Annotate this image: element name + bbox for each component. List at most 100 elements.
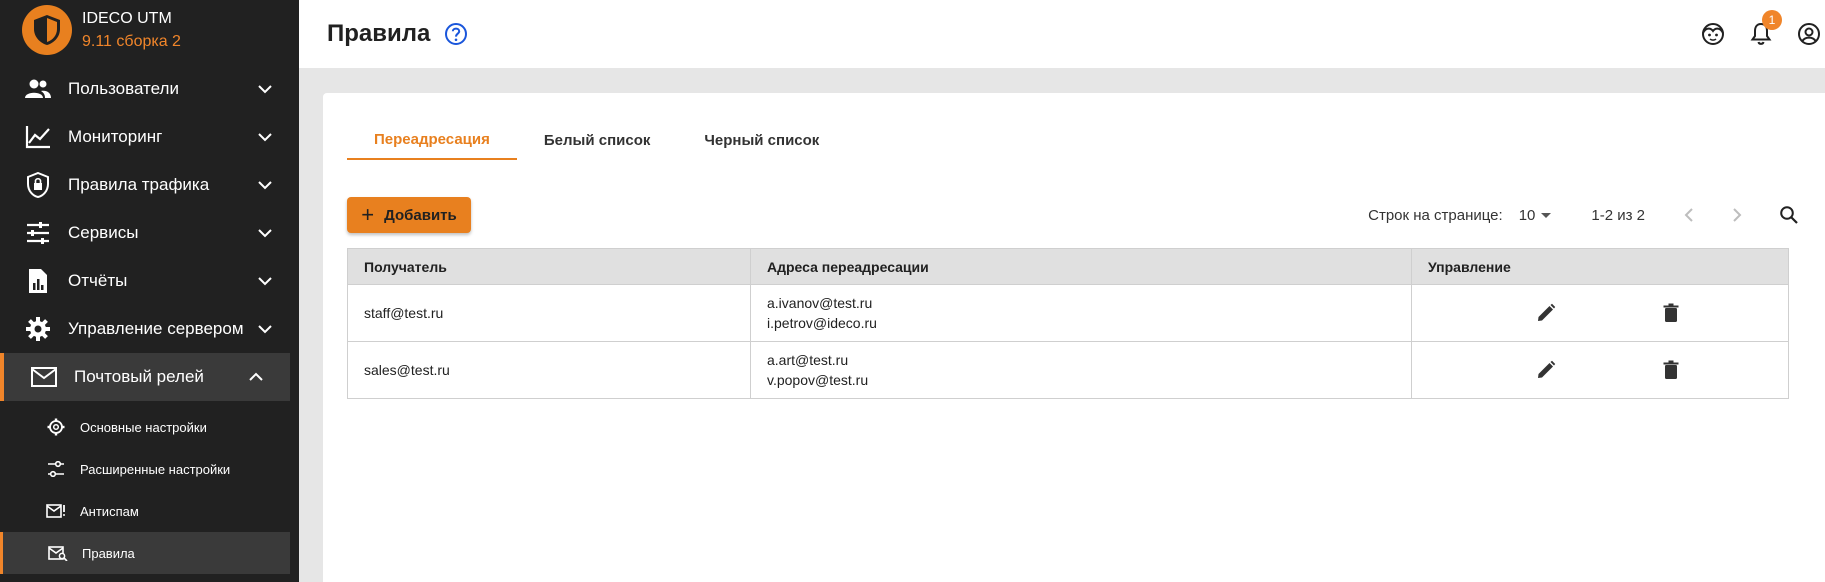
support-icon[interactable] (1699, 20, 1727, 48)
forward-address: i.petrov@ideco.ru (767, 315, 877, 331)
chevron-up-icon (246, 367, 266, 387)
chevron-down-icon (255, 175, 275, 195)
chevron-down-icon (255, 127, 275, 147)
chevron-left-icon (1684, 208, 1693, 222)
rows-per-page-label: Строк на странице: (1368, 206, 1503, 224)
report-icon (24, 267, 52, 295)
mail-search-icon (48, 543, 68, 563)
gear-icon (24, 315, 52, 343)
tab-forwarding[interactable]: Переадресация (347, 120, 517, 160)
table-header-row: Получатель Адреса переадресации Управлен… (347, 248, 1789, 285)
chevron-down-icon (255, 319, 275, 339)
sidebar-item-reports[interactable]: Отчёты (0, 257, 299, 305)
sidebar-item-label: Пользователи (68, 79, 179, 98)
mail-alert-icon (46, 501, 66, 521)
forward-address: v.popov@test.ru (767, 372, 869, 388)
sidebar-item-label: Мониторинг (68, 127, 163, 146)
gear-icon (46, 417, 66, 437)
sidebar-item-mail-relay[interactable]: Почтовый релей (0, 353, 290, 401)
actions-cell (1411, 284, 1789, 342)
pagination: Строк на странице: 10 1-2 из 2 (1368, 197, 1801, 233)
sidebar-item-label: Почтовый релей (74, 367, 204, 386)
account-icon[interactable] (1795, 20, 1823, 48)
search-icon (1780, 206, 1798, 224)
rows-per-page-value: 10 (1518, 206, 1536, 224)
sidebar-subitem-antispam[interactable]: Антиспам (0, 490, 299, 532)
table-row[interactable]: sales@test.ru a.art@test.ru v.popov@test… (347, 341, 1789, 399)
add-button[interactable]: + Добавить (347, 197, 471, 233)
chevron-down-icon (255, 79, 275, 99)
sidebar: IDECO UTM 9.11 сборка 2 Пользователи Мон… (0, 0, 299, 582)
chevron-right-icon (1733, 208, 1742, 222)
tab-whitelist[interactable]: Белый список (517, 120, 678, 160)
sidebar-item-label: Управление сервером (68, 319, 244, 338)
tune-icon (46, 459, 66, 479)
users-icon (24, 75, 52, 103)
sidebar-item-monitoring[interactable]: Мониторинг (0, 113, 299, 161)
column-header-actions: Управление (1411, 248, 1789, 285)
recipient-cell: sales@test.ru (347, 341, 751, 399)
header-actions: 1 (1679, 0, 1825, 68)
shield-logo-icon (34, 15, 60, 45)
header: Правила 1 (299, 0, 1825, 68)
sidebar-item-traffic-rules[interactable]: Правила трафика (0, 161, 299, 209)
caret-down-icon (1541, 212, 1552, 218)
chart-line-icon (24, 123, 52, 151)
trash-icon (1663, 360, 1679, 379)
content-card: Переадресация Белый список Черный список… (323, 93, 1825, 582)
actions-cell (1411, 341, 1789, 399)
forward-address: a.art@test.ru (767, 352, 849, 368)
chevron-down-icon (255, 271, 275, 291)
pencil-icon (1538, 360, 1556, 378)
table-row[interactable]: staff@test.ru a.ivanov@test.ru i.petrov@… (347, 284, 1789, 342)
page-title: Правила (327, 20, 431, 47)
help-icon[interactable] (444, 22, 468, 46)
rows-per-page-select[interactable]: 10 (1519, 207, 1552, 224)
column-header-addresses: Адреса переадресации (750, 248, 1412, 285)
sidebar-item-label: Отчёты (68, 271, 128, 290)
forward-address: a.ivanov@test.ru (767, 295, 873, 311)
sidebar-item-users[interactable]: Пользователи (0, 65, 299, 113)
brand: IDECO UTM 9.11 сборка 2 (0, 0, 299, 60)
sidebar-item-label: Сервисы (68, 223, 139, 242)
delete-button[interactable] (1657, 299, 1685, 327)
app-version: 9.11 сборка 2 (82, 33, 181, 50)
sidebar-subitem-label: Расширенные настройки (80, 461, 231, 477)
column-header-recipient: Получатель (347, 248, 751, 285)
forwarding-table: Получатель Адреса переадресации Управлен… (347, 248, 1789, 399)
addresses-cell: a.ivanov@test.ru i.petrov@ideco.ru (750, 284, 1412, 342)
search-button[interactable] (1777, 203, 1801, 227)
tune-icon (24, 219, 52, 247)
delete-button[interactable] (1657, 356, 1685, 384)
sidebar-subitem-rules[interactable]: Правила (0, 532, 290, 574)
tab-blacklist[interactable]: Черный список (677, 120, 846, 160)
sidebar-item-label: Правила трафика (68, 175, 210, 194)
sidebar-subitem-label: Основные настройки (80, 419, 207, 435)
edit-button[interactable] (1532, 299, 1560, 327)
prev-page-button[interactable] (1677, 203, 1701, 227)
trash-icon (1663, 303, 1679, 322)
sidebar-subitem-basic-settings[interactable]: Основные настройки (0, 406, 299, 448)
sidebar-subitem-label: Антиспам (80, 503, 139, 519)
notification-badge: 1 (1762, 10, 1782, 30)
notifications-bell-icon[interactable]: 1 (1747, 10, 1782, 48)
mail-icon (30, 363, 58, 391)
recipient-cell: staff@test.ru (347, 284, 751, 342)
next-page-button[interactable] (1725, 203, 1749, 227)
sidebar-item-server-management[interactable]: Управление сервером (0, 305, 299, 353)
add-button-label: Добавить (384, 206, 457, 224)
chevron-down-icon (255, 223, 275, 243)
tabs: Переадресация Белый список Черный список (347, 120, 846, 160)
sidebar-subitem-label: Правила (82, 545, 135, 561)
shield-lock-icon (24, 171, 52, 199)
addresses-cell: a.art@test.ru v.popov@test.ru (750, 341, 1412, 399)
app-name: IDECO UTM (82, 10, 172, 27)
plus-icon: + (361, 202, 375, 227)
sidebar-subitem-advanced-settings[interactable]: Расширенные настройки (0, 448, 299, 490)
logo (22, 5, 72, 55)
page-range: 1-2 из 2 (1591, 206, 1645, 224)
sidebar-item-services[interactable]: Сервисы (0, 209, 299, 257)
edit-button[interactable] (1532, 356, 1560, 384)
nav-menu: Пользователи Мониторинг Правила трафика … (0, 65, 299, 574)
pencil-icon (1538, 303, 1556, 321)
